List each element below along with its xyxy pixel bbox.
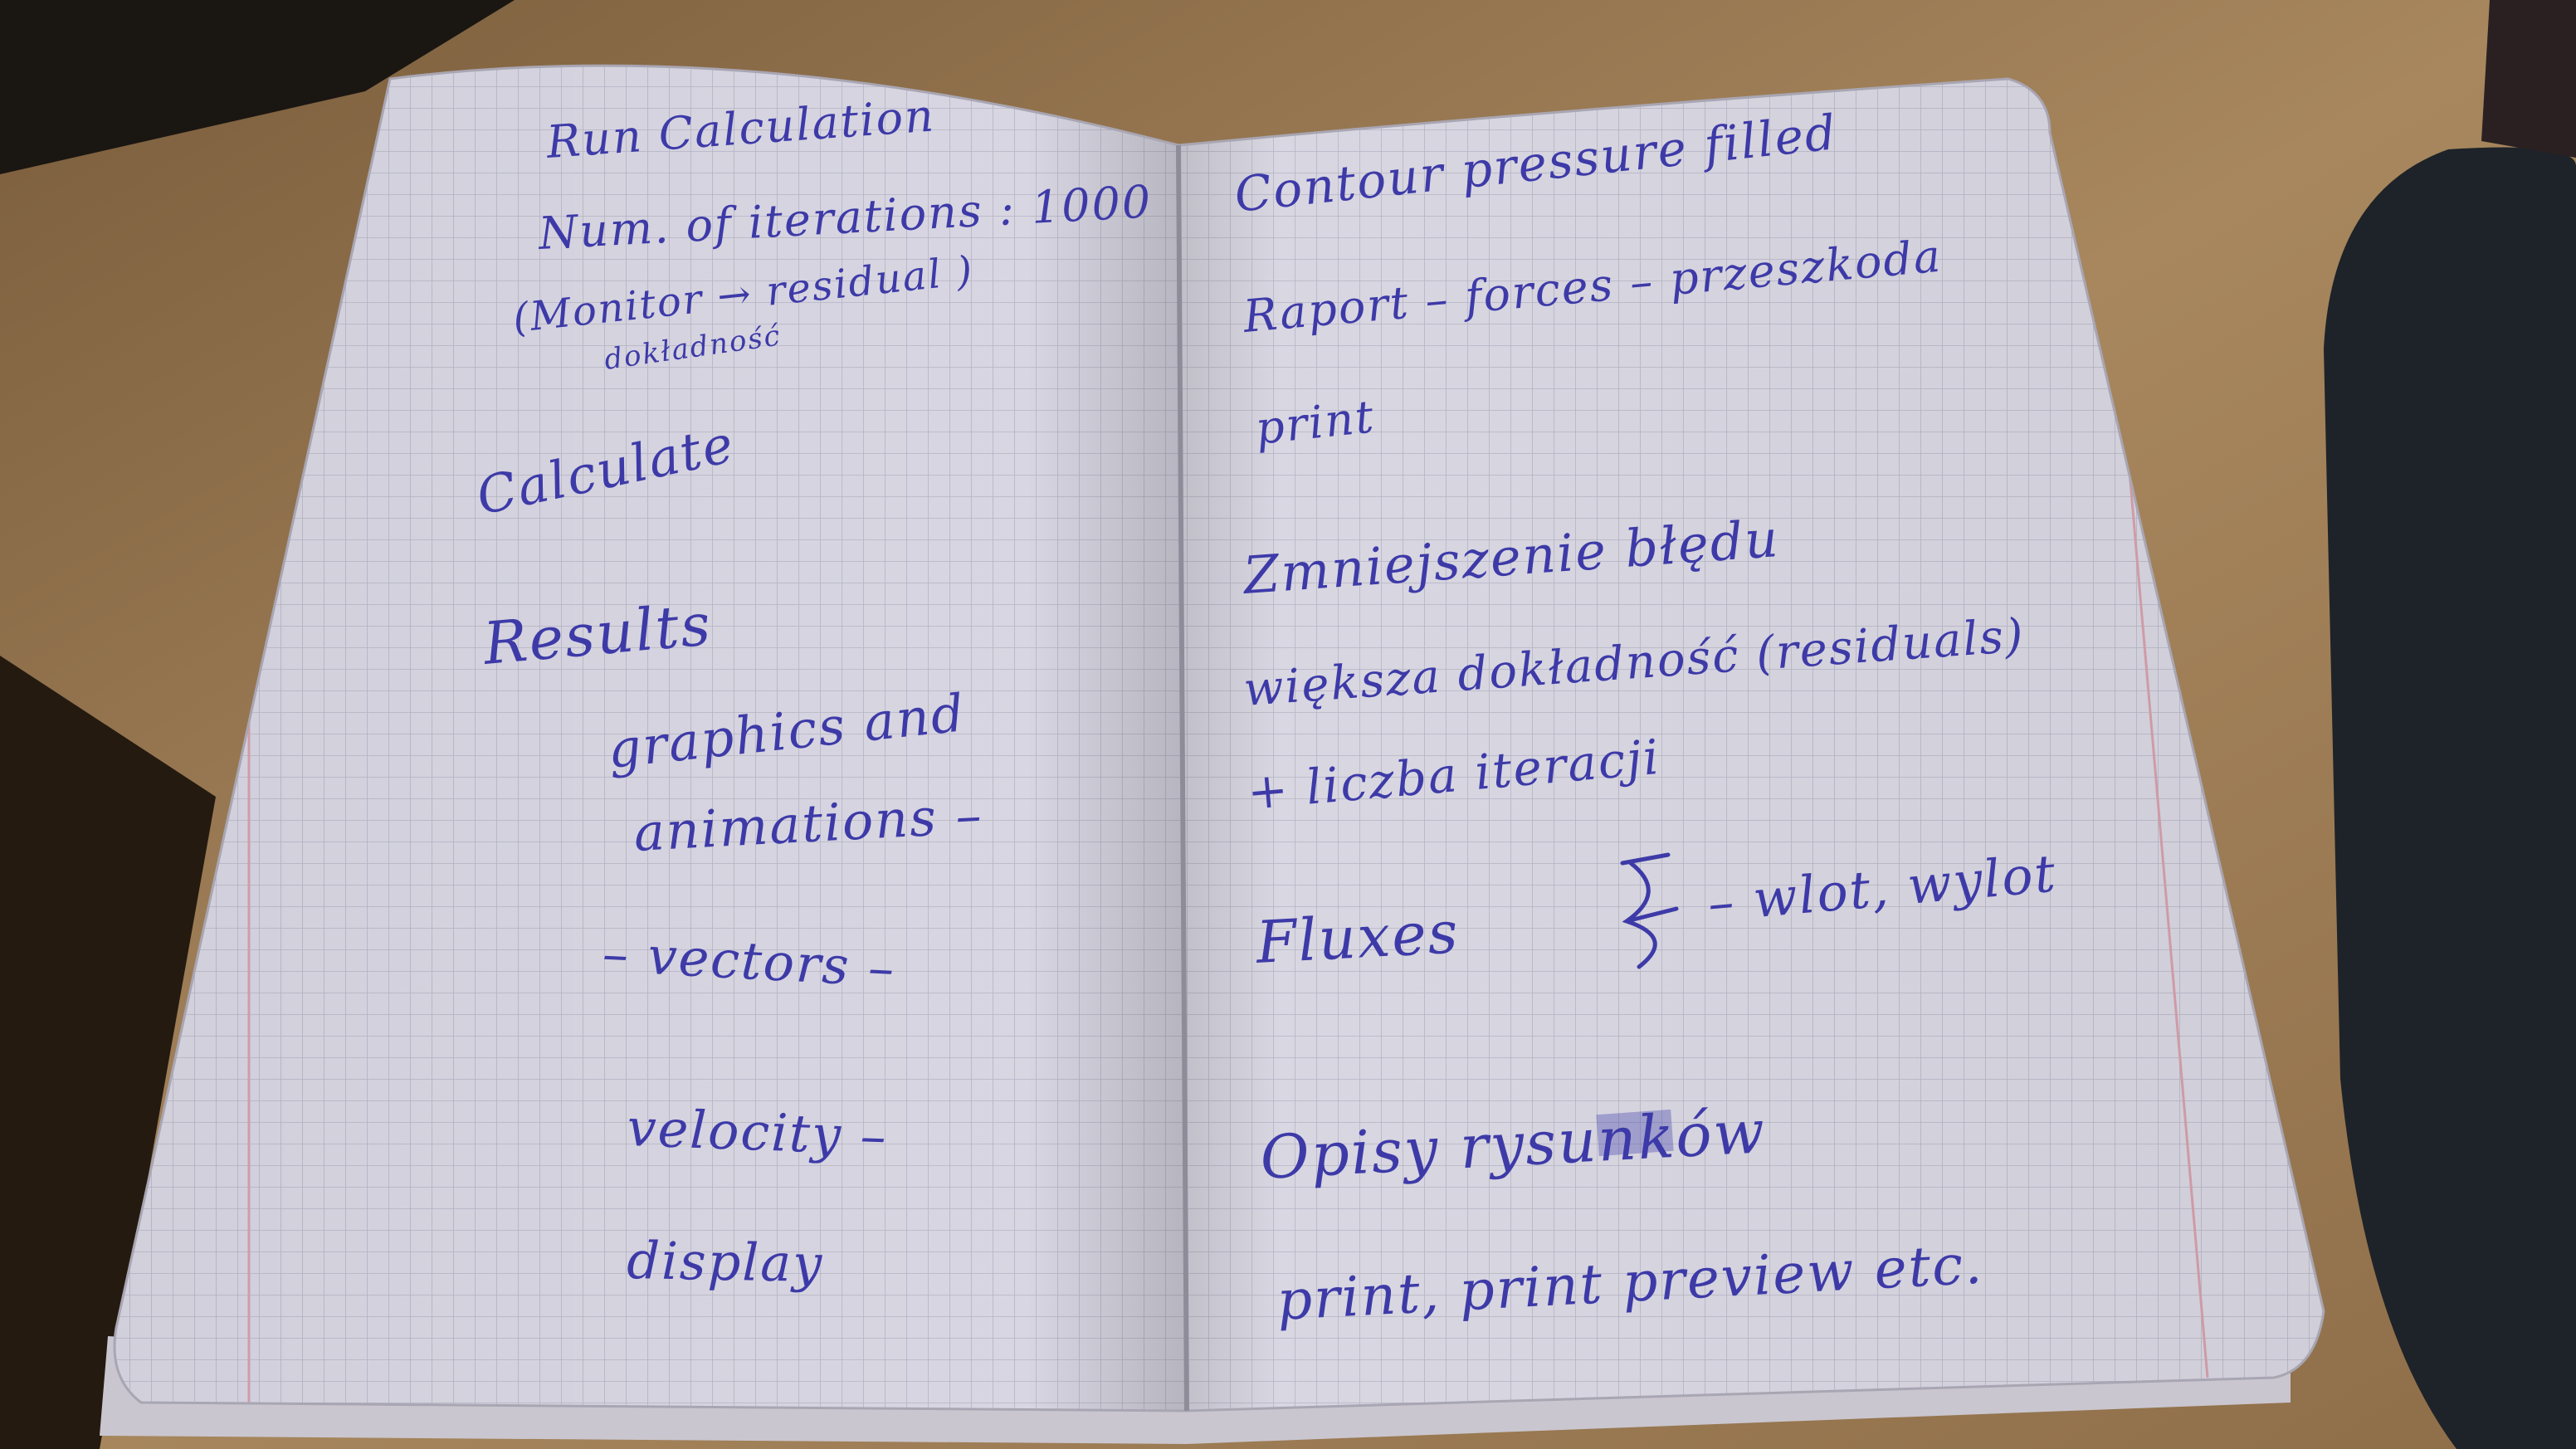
- left-line-10: velocity –: [626, 1097, 888, 1167]
- notebook-photo: Run Calculation Num. of iterations : 100…: [0, 0, 2576, 1449]
- scribble-correction: [1596, 1109, 1674, 1157]
- left-line-11: display: [627, 1230, 824, 1294]
- right-line-7: Fluxes: [1253, 898, 1461, 977]
- dark-object-top-right: [2481, 0, 2576, 158]
